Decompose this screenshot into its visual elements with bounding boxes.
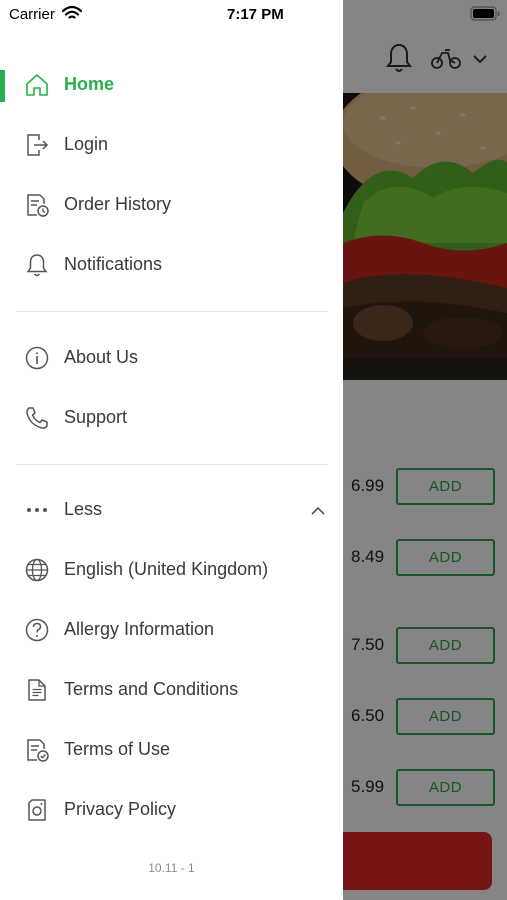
wifi-icon bbox=[62, 5, 82, 19]
menu-item-label: About Us bbox=[64, 347, 139, 367]
bell-icon bbox=[24, 252, 50, 278]
menu-item-label: Terms of Use bbox=[64, 739, 171, 759]
menu-item-label: Home bbox=[64, 74, 115, 94]
app-version: 10.11 - 1 bbox=[148, 861, 195, 875]
globe-icon bbox=[24, 557, 50, 583]
active-indicator bbox=[0, 70, 5, 102]
status-bar: Carrier 7:17 PM bbox=[0, 0, 507, 30]
privacy-icon bbox=[24, 797, 50, 823]
menu-item-label: Support bbox=[64, 407, 128, 427]
menu-item-home[interactable]: Home bbox=[0, 58, 343, 114]
menu-item-notifications[interactable]: Notifications bbox=[0, 238, 343, 294]
menu-item-terms-and-conditions[interactable]: Terms and Conditions bbox=[0, 663, 343, 719]
order-history-icon bbox=[24, 192, 50, 218]
menu-item-privacy-policy[interactable]: Privacy Policy bbox=[0, 783, 343, 839]
carrier-label: Carrier bbox=[9, 6, 55, 23]
login-icon bbox=[24, 132, 50, 158]
menu-item-language[interactable]: English (United Kingdom) bbox=[0, 543, 343, 599]
question-icon bbox=[24, 617, 50, 643]
document-check-icon bbox=[24, 737, 50, 763]
section-divider bbox=[16, 311, 328, 312]
menu-item-login[interactable]: Login bbox=[0, 118, 343, 174]
menu-item-label: Terms and Conditions bbox=[64, 679, 239, 699]
clock-label: 7:17 PM bbox=[227, 6, 284, 23]
menu-item-about-us[interactable]: About Us bbox=[0, 331, 343, 387]
navigation-drawer: Home Login Order History Notifications A… bbox=[0, 0, 343, 900]
menu-item-terms-of-use[interactable]: Terms of Use bbox=[0, 723, 343, 779]
chevron-up-icon bbox=[311, 506, 325, 515]
section-divider bbox=[16, 464, 328, 465]
menu-item-order-history[interactable]: Order History bbox=[0, 178, 343, 234]
menu-item-label: Notifications bbox=[64, 254, 163, 274]
info-icon bbox=[24, 345, 50, 371]
menu-item-label: Order History bbox=[64, 194, 172, 214]
menu-item-less-toggle[interactable]: Less bbox=[0, 483, 343, 539]
home-icon bbox=[24, 72, 50, 98]
menu-item-label: Less bbox=[64, 499, 103, 519]
document-icon bbox=[24, 677, 50, 703]
menu-item-label: Login bbox=[64, 134, 109, 154]
menu-item-label: Privacy Policy bbox=[64, 799, 177, 819]
more-dots-icon bbox=[24, 497, 50, 523]
battery-icon bbox=[470, 6, 500, 21]
menu-item-allergy-information[interactable]: Allergy Information bbox=[0, 603, 343, 659]
menu-item-support[interactable]: Support bbox=[0, 391, 343, 447]
menu-item-label: English (United Kingdom) bbox=[64, 559, 269, 579]
phone-icon bbox=[24, 405, 50, 431]
menu-item-label: Allergy Information bbox=[64, 619, 215, 639]
